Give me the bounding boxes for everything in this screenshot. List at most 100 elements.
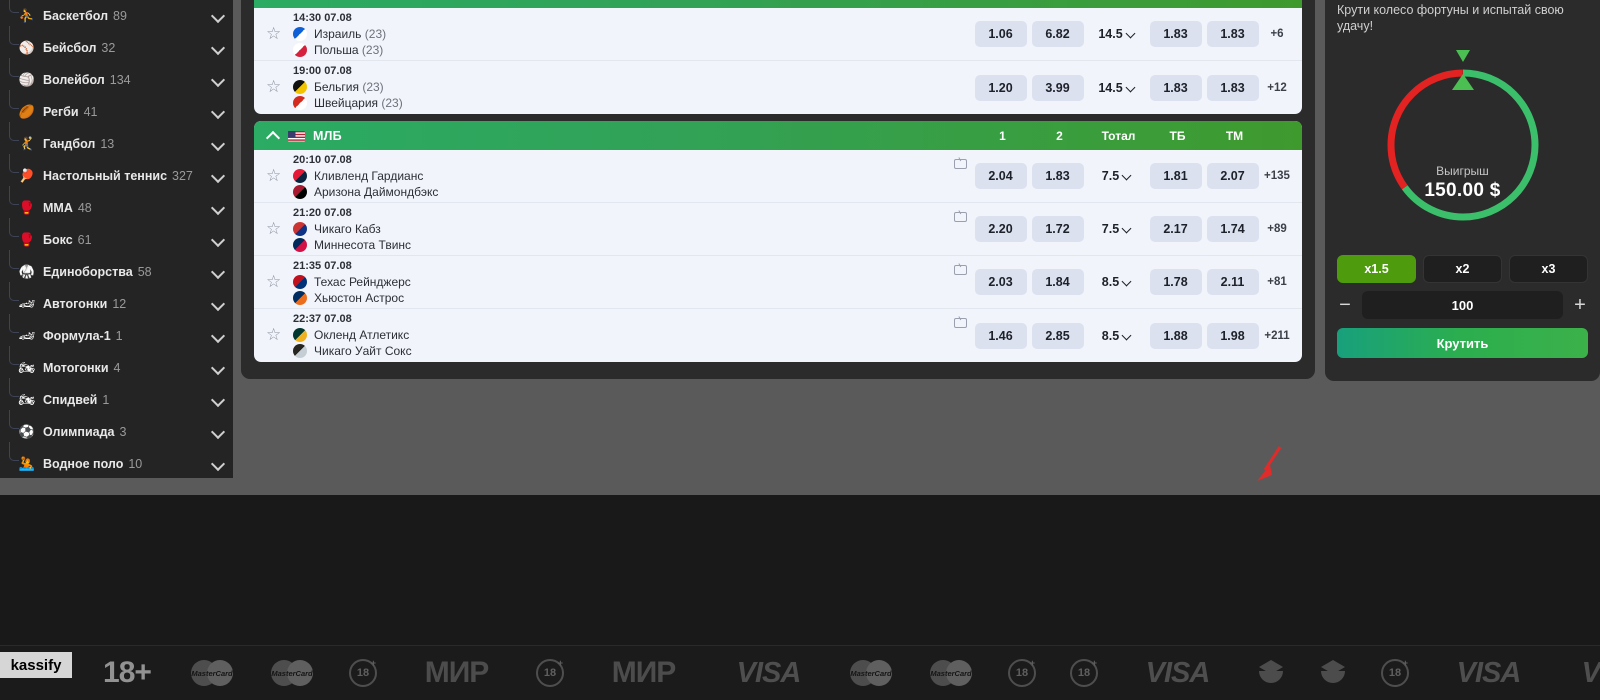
event-row[interactable]: ☆ 22:37 07.08 Окленд Атлетикс Чикаго Уайт С… — [254, 309, 1302, 362]
odd-button[interactable]: 1.83 — [1031, 163, 1084, 189]
more-markets-link[interactable]: +89 — [1261, 223, 1293, 235]
chevron-down-icon[interactable] — [211, 137, 225, 151]
sports-sidebar[interactable]: ⛹ Баскетбол 89 ⚾ Бейсбол 32 🏐 Волейбол 134 🏉 Регби… — [0, 0, 233, 478]
favorite-star-icon[interactable]: ☆ — [266, 220, 285, 239]
favorite-star-icon[interactable]: ☆ — [266, 326, 285, 345]
league-header[interactable]: МЛБ 1 2 Тотал ТБ ТМ — [254, 121, 1302, 150]
chevron-down-icon[interactable] — [211, 41, 225, 55]
sidebar-item-11[interactable]: 🏍 Мотогонки 4 — [0, 346, 233, 384]
stake-increase-button[interactable]: + — [1572, 295, 1588, 315]
odd-button[interactable]: 1.84 — [1031, 269, 1084, 295]
odd-button[interactable]: 1.81 — [1149, 163, 1202, 189]
odds-group: 1.20 3.99 14.5 1.83 1.83 +12 — [972, 74, 1302, 101]
sidebar-item-4[interactable]: 🤾 Гандбол 13 — [0, 122, 233, 160]
stake-value[interactable]: 100 — [1362, 291, 1563, 319]
league-name: МЛБ — [313, 128, 342, 143]
multiplier-button-0[interactable]: x1.5 — [1337, 255, 1416, 283]
more-markets-link[interactable]: +211 — [1261, 330, 1293, 342]
more-markets-link[interactable]: +12 — [1261, 82, 1293, 94]
total-selector[interactable]: 7.5 — [1089, 216, 1145, 242]
odd-button[interactable]: 1.78 — [1149, 269, 1202, 295]
sidebar-item-5[interactable]: 🏓 Настольный теннис 327 — [0, 154, 233, 192]
event-row[interactable]: ☆ 21:20 07.08 Чикаго Кабз Миннесота Твинс 2.… — [254, 203, 1302, 256]
sidebar-item-count: 327 — [172, 169, 193, 183]
odd-button[interactable]: 1.72 — [1031, 216, 1084, 242]
chevron-down-icon[interactable] — [211, 361, 225, 375]
odd-button[interactable]: 2.20 — [974, 216, 1027, 242]
odd-button[interactable]: 6.82 — [1031, 21, 1084, 47]
odd-button[interactable]: 1.06 — [974, 21, 1027, 47]
sidebar-item-2[interactable]: 🏐 Волейбол 134 — [0, 58, 233, 96]
odd-button[interactable]: 2.03 — [974, 269, 1027, 295]
spin-button[interactable]: Крутить — [1337, 328, 1588, 358]
event-info: 14:30 07.08 Израиль (23) Польша (23) — [293, 11, 593, 58]
sidebar-item-count: 10 — [128, 457, 143, 471]
sidebar-item-3[interactable]: 🏉 Регби 41 — [0, 90, 233, 128]
chevron-down-icon[interactable] — [211, 201, 225, 215]
sidebar-item-7[interactable]: 🥊 Бокс 61 — [0, 218, 233, 256]
sidebar-item-8[interactable]: 🥋 Единоборства 58 — [0, 250, 233, 288]
odd-button[interactable]: 1.83 — [1206, 74, 1259, 101]
more-markets-link[interactable]: +135 — [1261, 170, 1293, 182]
multiplier-button-2[interactable]: x3 — [1509, 255, 1588, 283]
sidebar-item-label: Формула-1 — [43, 329, 111, 343]
sidebar-item-label: Бокс — [43, 233, 73, 247]
odd-button[interactable]: 2.17 — [1149, 216, 1202, 242]
odd-button[interactable]: 1.98 — [1206, 322, 1259, 349]
chevron-down-icon[interactable] — [211, 73, 225, 87]
odd-button[interactable]: 1.83 — [1206, 21, 1259, 47]
multiplier-button-1[interactable]: x2 — [1423, 255, 1502, 283]
total-selector[interactable]: 14.5 — [1089, 75, 1145, 101]
chevron-down-icon[interactable] — [211, 9, 225, 23]
chevron-down-icon[interactable] — [211, 105, 225, 119]
event-row[interactable]: ☆ 14:30 07.08 Израиль (23) Польша (23) 1.06 6… — [254, 8, 1302, 61]
sidebar-item-1[interactable]: ⚾ Бейсбол 32 — [0, 26, 233, 64]
favorite-star-icon[interactable]: ☆ — [266, 25, 285, 44]
odd-button[interactable]: 2.07 — [1206, 163, 1259, 189]
sidebar-item-10[interactable]: 🏎 Формула-1 1 — [0, 314, 233, 352]
chevron-down-icon[interactable] — [211, 457, 225, 471]
event-row[interactable]: ☆ 20:10 07.08 Кливленд Гардианс Аризона Дай… — [254, 150, 1302, 203]
odd-button[interactable]: 2.04 — [974, 163, 1027, 189]
chevron-down-icon[interactable] — [211, 233, 225, 247]
sidebar-item-13[interactable]: ⚽ Олимпиада 3 — [0, 410, 233, 448]
favorite-star-icon[interactable]: ☆ — [266, 273, 285, 292]
collapse-chevron-icon[interactable] — [266, 129, 280, 143]
odd-button[interactable]: 1.88 — [1149, 322, 1202, 349]
chevron-down-icon[interactable] — [211, 169, 225, 183]
stake-decrease-button[interactable]: − — [1337, 295, 1353, 315]
chevron-down-icon[interactable] — [211, 297, 225, 311]
favorite-star-icon[interactable]: ☆ — [266, 78, 285, 97]
sidebar-item-12[interactable]: 🏍 Спидвей 1 — [0, 378, 233, 416]
favorite-star-icon[interactable]: ☆ — [266, 167, 285, 186]
odd-button[interactable]: 1.83 — [1149, 74, 1202, 101]
odd-button[interactable]: 1.20 — [974, 74, 1027, 101]
event-row[interactable]: ☆ 19:00 07.08 Бельгия (23) Швейцария (23) 1.… — [254, 61, 1302, 114]
sidebar-item-14[interactable]: 🤽 Водное поло 10 — [0, 442, 233, 478]
total-value: 7.5 — [1101, 222, 1120, 236]
total-selector[interactable]: 8.5 — [1089, 269, 1145, 295]
chevron-down-icon[interactable] — [211, 329, 225, 343]
event-row[interactable]: ☆ 21:35 07.08 Техас Рейнджерс Хьюстон Астро… — [254, 256, 1302, 309]
total-selector[interactable]: 8.5 — [1089, 323, 1145, 349]
chevron-down-icon[interactable] — [211, 265, 225, 279]
odd-button[interactable]: 1.74 — [1206, 216, 1259, 242]
mastercard-icon: MasterCard — [911, 660, 991, 686]
chevron-down-icon[interactable] — [211, 425, 225, 439]
odd-button[interactable]: 2.11 — [1206, 269, 1259, 295]
mastercard-icon: MasterCard — [831, 660, 911, 686]
odd-button[interactable]: 1.83 — [1149, 21, 1202, 47]
sidebar-item-0[interactable]: ⛹ Баскетбол 89 — [0, 0, 233, 32]
sidebar-item-6[interactable]: 🥊 ММА 48 — [0, 186, 233, 224]
sidebar-item-9[interactable]: 🏎 Автогонки 12 — [0, 282, 233, 320]
event-info: 21:35 07.08 Техас Рейнджерс Хьюстон Астрос — [293, 259, 593, 306]
more-markets-link[interactable]: +6 — [1261, 28, 1293, 40]
odd-button[interactable]: 3.99 — [1031, 74, 1084, 101]
total-selector[interactable]: 7.5 — [1089, 163, 1145, 189]
chevron-down-icon[interactable] — [211, 393, 225, 407]
more-markets-link[interactable]: +81 — [1261, 276, 1293, 288]
wheel-graphic[interactable]: Выигрыш 150.00 $ — [1337, 46, 1588, 251]
odd-button[interactable]: 2.85 — [1031, 322, 1084, 349]
total-selector[interactable]: 14.5 — [1089, 21, 1145, 47]
odd-button[interactable]: 1.46 — [974, 322, 1027, 349]
